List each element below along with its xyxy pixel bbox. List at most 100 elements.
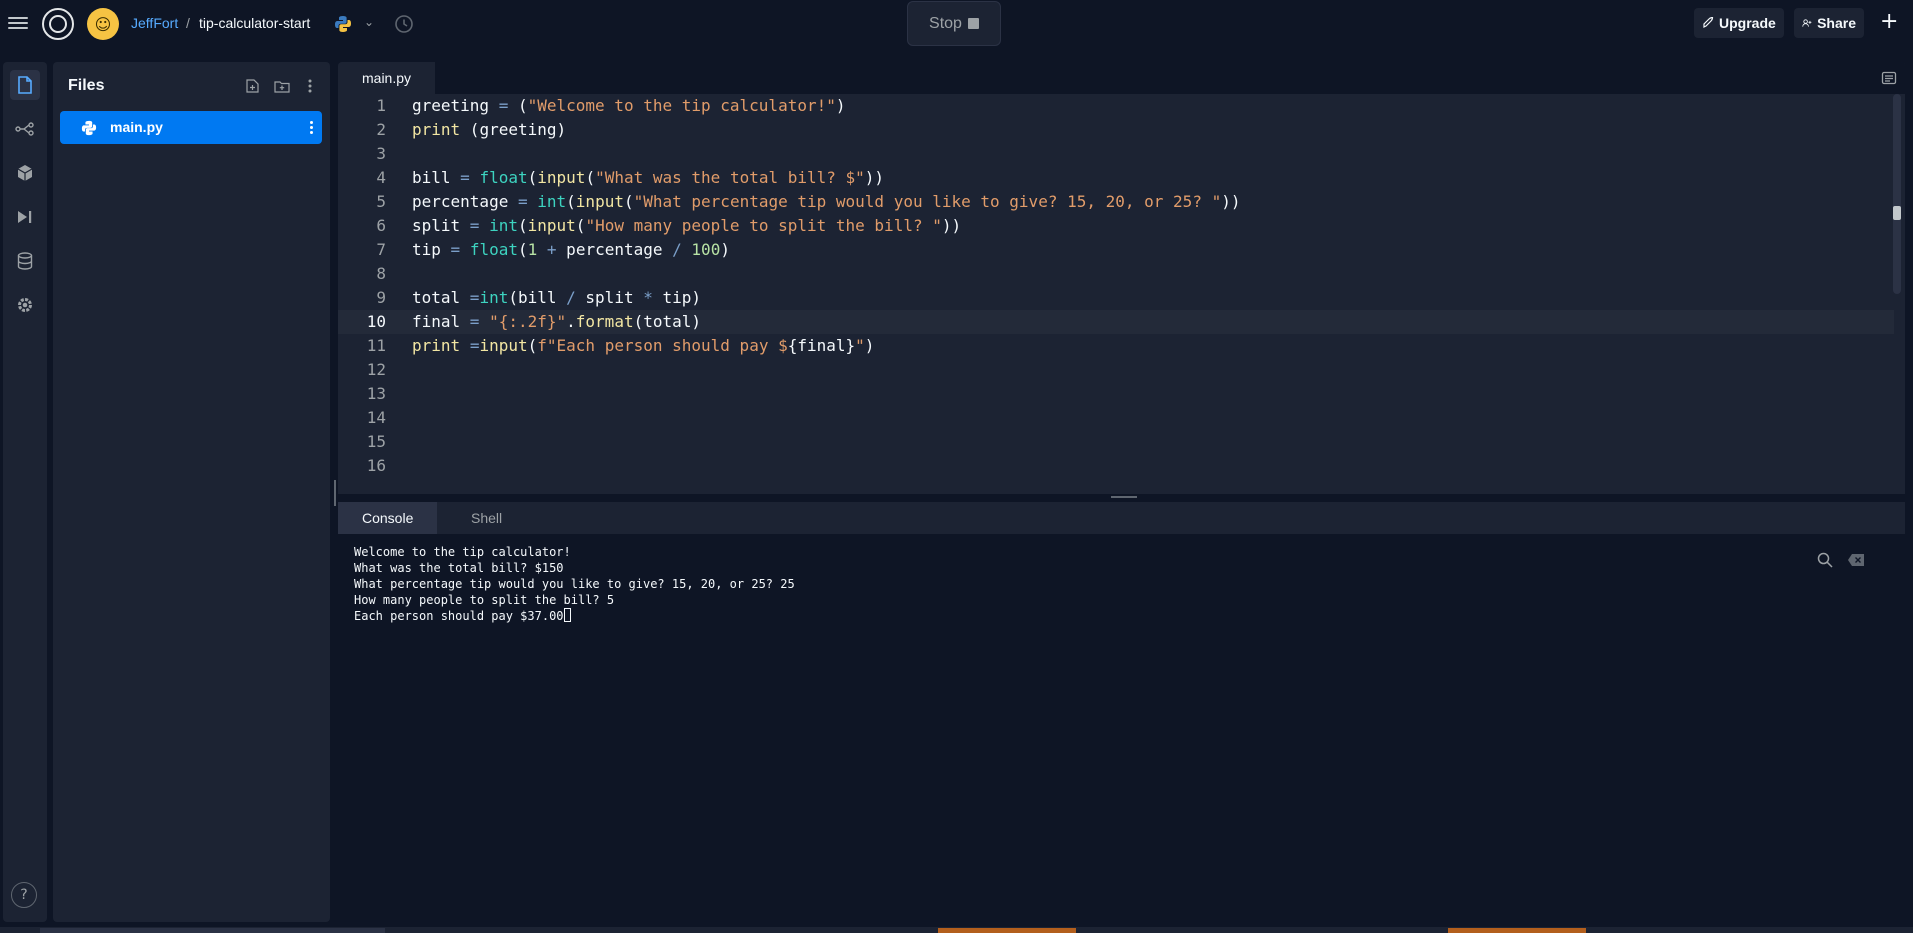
console-output[interactable]: Welcome to the tip calculator! What was t… <box>338 534 1905 922</box>
code-line[interactable]: 8 <box>338 262 1894 286</box>
line-number: 7 <box>376 240 386 259</box>
new-button[interactable]: + <box>1880 11 1898 33</box>
console-line: Each person should pay $37.00 <box>354 608 571 624</box>
tab-shell[interactable]: Shell <box>447 502 526 534</box>
code-text: final = "{:.2f}".format(total) <box>412 312 702 331</box>
status-segment <box>1448 928 1586 933</box>
code-line[interactable]: 9 total =int(bill / split * tip) <box>338 286 1894 310</box>
code-line[interactable]: 11 print =input(f"Each person should pay … <box>338 334 1894 358</box>
line-number: 12 <box>366 360 386 379</box>
stop-button[interactable]: Stop <box>907 1 1001 46</box>
line-number: 15 <box>366 432 386 451</box>
line-number: 8 <box>376 264 386 283</box>
tool-rail: ? <box>3 62 47 922</box>
code-line[interactable]: 10 final = "{:.2f}".format(total) <box>338 310 1894 334</box>
gear-icon[interactable] <box>10 290 40 320</box>
code-line[interactable]: 2 print (greeting) <box>338 118 1894 142</box>
share-button[interactable]: Share <box>1794 8 1864 38</box>
status-segment <box>40 928 385 933</box>
files-tool-icon[interactable] <box>10 70 40 100</box>
line-number: 3 <box>376 144 386 163</box>
code-line[interactable]: 14 <box>338 406 1894 430</box>
code-line[interactable]: 12 <box>338 358 1894 382</box>
line-number: 13 <box>366 384 386 403</box>
terminal-cursor <box>563 608 571 622</box>
console-line: What was the total bill? $150 <box>354 561 564 575</box>
avatar[interactable]: ☺ <box>87 8 119 40</box>
menu-icon[interactable] <box>8 14 28 34</box>
code-text: total =int(bill / split * tip) <box>412 288 702 307</box>
git-icon[interactable] <box>10 114 40 144</box>
python-icon[interactable] <box>334 15 352 33</box>
editor-scrollbar[interactable] <box>1893 94 1901 294</box>
code-line[interactable]: 4 bill = float(input("What was the total … <box>338 166 1894 190</box>
console-resize-handle[interactable] <box>1111 496 1137 498</box>
line-number: 5 <box>376 192 386 211</box>
replit-logo-icon[interactable] <box>42 8 74 40</box>
line-number: 10 <box>366 312 386 331</box>
code-text: tip = float(1 + percentage / 100) <box>412 240 730 259</box>
code-line[interactable]: 13 <box>338 382 1894 406</box>
files-panel: Files main.py <box>53 62 330 922</box>
code-line[interactable]: 1 greeting = ("Welcome to the tip calcula… <box>338 94 1894 118</box>
new-file-icon[interactable] <box>243 77 261 95</box>
files-title: Files <box>68 77 105 94</box>
code-line[interactable]: 15 <box>338 430 1894 454</box>
console-line: How many people to split the bill? 5 <box>354 593 615 607</box>
line-number: 9 <box>376 288 386 307</box>
tab-main-py[interactable]: main.py <box>338 62 436 94</box>
status-strip <box>0 927 1913 933</box>
search-icon[interactable] <box>1817 552 1833 568</box>
code-text: print =input(f"Each person should pay ${… <box>412 336 875 355</box>
top-bar: ☺ JeffFort / tip-calculator-start ⌄ Stop… <box>0 0 1913 48</box>
editor-scroll-thumb[interactable] <box>1893 206 1901 220</box>
run-debug-icon[interactable] <box>10 202 40 232</box>
upgrade-button[interactable]: Upgrade <box>1694 8 1784 38</box>
line-number: 2 <box>376 120 386 139</box>
tab-console[interactable]: Console <box>338 502 438 534</box>
code-line[interactable]: 5 percentage = int(input("What percentage… <box>338 190 1894 214</box>
panel-resize-handle[interactable] <box>334 480 336 506</box>
file-menu-icon[interactable] <box>310 119 314 136</box>
line-number: 14 <box>366 408 386 427</box>
code-text: greeting = ("Welcome to the tip calculat… <box>412 96 846 115</box>
console-line: Welcome to the tip calculator! <box>354 545 571 559</box>
console-panel: Console Shell Welcome to the tip calcula… <box>338 502 1905 922</box>
help-button[interactable]: ? <box>11 882 37 908</box>
line-number: 4 <box>376 168 386 187</box>
layout-icon[interactable] <box>1881 70 1897 86</box>
stop-icon <box>967 18 979 29</box>
code-line[interactable]: 3 <box>338 142 1894 166</box>
code-text: print (greeting) <box>412 120 567 139</box>
repl-name[interactable]: tip-calculator-start <box>199 15 310 31</box>
console-line: What percentage tip would you like to gi… <box>354 577 795 591</box>
chevron-down-icon[interactable]: ⌄ <box>364 15 374 29</box>
console-tab-bar: Console Shell <box>338 502 1905 534</box>
code-line[interactable]: 7 tip = float(1 + percentage / 100) <box>338 238 1894 262</box>
packages-icon[interactable] <box>10 158 40 188</box>
line-number: 6 <box>376 216 386 235</box>
code-text: percentage = int(input("What percentage … <box>412 192 1241 211</box>
line-number: 11 <box>366 336 386 355</box>
history-icon[interactable] <box>393 13 415 35</box>
line-number: 1 <box>376 96 386 115</box>
rocket-icon <box>1703 17 1714 28</box>
editor-tab-bar: main.py <box>338 62 1905 94</box>
clear-console-icon[interactable] <box>1847 552 1865 568</box>
new-folder-icon[interactable] <box>273 77 291 95</box>
stop-button-label: Stop <box>929 14 962 32</box>
status-segment <box>938 928 1076 933</box>
code-text: split = int(input("How many people to sp… <box>412 216 962 235</box>
database-icon[interactable] <box>10 246 40 276</box>
file-name: main.py <box>110 119 163 135</box>
code-line[interactable]: 6 split = int(input("How many people to s… <box>338 214 1894 238</box>
add-user-icon <box>1802 19 1812 27</box>
code-line[interactable]: 16 <box>338 454 1894 478</box>
share-label: Share <box>1817 15 1856 31</box>
breadcrumb-separator: / <box>186 15 190 31</box>
files-menu-icon[interactable] <box>301 77 319 95</box>
file-item-main-py[interactable]: main.py <box>60 111 322 144</box>
python-file-icon <box>81 120 97 136</box>
owner-link[interactable]: JeffFort <box>131 15 178 31</box>
upgrade-label: Upgrade <box>1719 15 1776 31</box>
